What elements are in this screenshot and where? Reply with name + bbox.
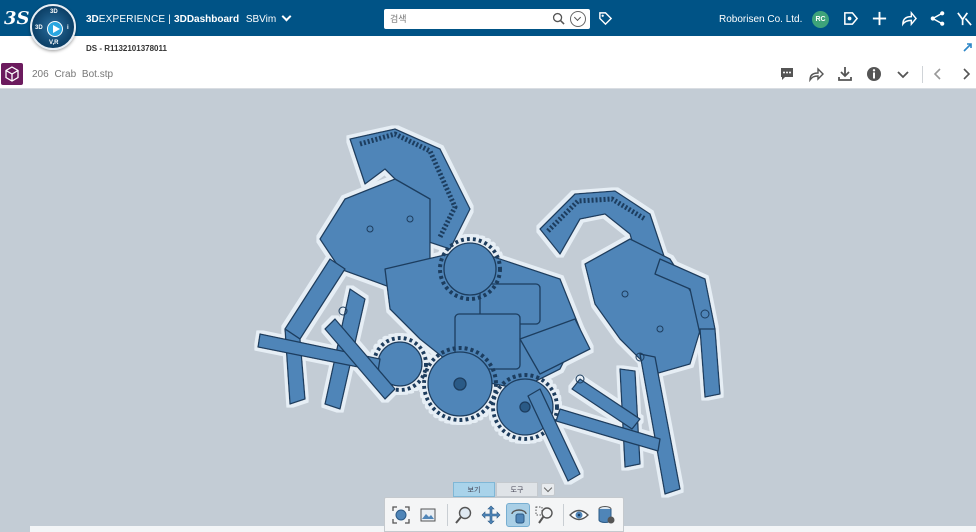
brand-3d: 3D [86,14,99,25]
toolbar-separator [563,504,564,526]
brand-separator: | [165,14,175,25]
expand-icon[interactable] [963,42,973,52]
tab-tools[interactable]: 도구 [496,482,538,497]
compass-bottom-label: V,R [49,40,59,46]
brand-experience: EXPERIENCE [98,14,166,25]
3d-part-icon[interactable] [1,63,23,85]
social-share-icon[interactable] [929,10,946,27]
file-name: 206 Crab Bot.stp [32,69,114,80]
document-id: DS - R1132101378011 [86,44,167,53]
action-bar [384,497,624,532]
search-icon[interactable] [552,12,565,25]
top-bar: 3S 3D 3D i V,R 3DEXPERIENCE | 3DDashboar… [0,0,976,50]
info-icon[interactable] [866,66,882,82]
user-avatar[interactable]: RC [812,11,829,28]
compass-widget[interactable]: 3D 3D i V,R [30,4,76,50]
fit-all-button[interactable] [389,503,413,527]
comment-icon[interactable] [779,66,795,82]
3d-viewer-canvas[interactable] [0,89,976,532]
capture-button[interactable] [417,503,441,527]
compass-play-icon[interactable] [47,21,63,37]
community-icon[interactable] [842,10,859,27]
toolbar-separator [447,504,448,526]
add-icon[interactable] [871,10,888,27]
toolbar-divider [922,66,923,83]
share-file-icon[interactable] [808,66,824,82]
tab-view[interactable]: 보기 [453,482,495,497]
tabs-dropdown-button[interactable] [541,483,555,496]
render-settings-button[interactable] [594,503,618,527]
compass-left-label: 3D [35,25,43,31]
brand-app: 3DDashboard [174,14,240,25]
crab-bot-model[interactable] [0,89,976,532]
app-brand[interactable]: 3DEXPERIENCE | 3DDashboard SBVim [86,11,292,25]
file-header-bar: 206 Crab Bot.stp [0,60,976,89]
compass-right-label: i [67,25,69,31]
zoom-area-button[interactable] [533,503,557,527]
previous-icon[interactable] [930,66,946,82]
compass-top-label: 3D [50,9,58,15]
brand-tab: SBVim [245,14,277,25]
help-icon[interactable] [956,10,973,27]
search-input[interactable] [390,11,540,27]
rotate-button[interactable] [506,503,530,527]
chevron-down-icon[interactable] [281,11,292,22]
search-options-dropdown[interactable] [570,11,586,27]
document-bar: DS - R1132101378011 [0,36,976,60]
search-box [384,9,590,29]
pan-button[interactable] [479,503,503,527]
dassault-logo[interactable]: 3S [4,8,30,29]
tag-icon[interactable] [598,11,613,26]
company-name[interactable]: Roborisen Co. Ltd. [719,14,802,25]
chevron-down-icon[interactable] [895,66,911,82]
next-icon[interactable] [958,66,974,82]
view-mode-button[interactable] [567,503,591,527]
download-icon[interactable] [837,66,853,82]
zoom-in-out-button[interactable] [452,503,476,527]
share-icon[interactable] [900,10,917,27]
